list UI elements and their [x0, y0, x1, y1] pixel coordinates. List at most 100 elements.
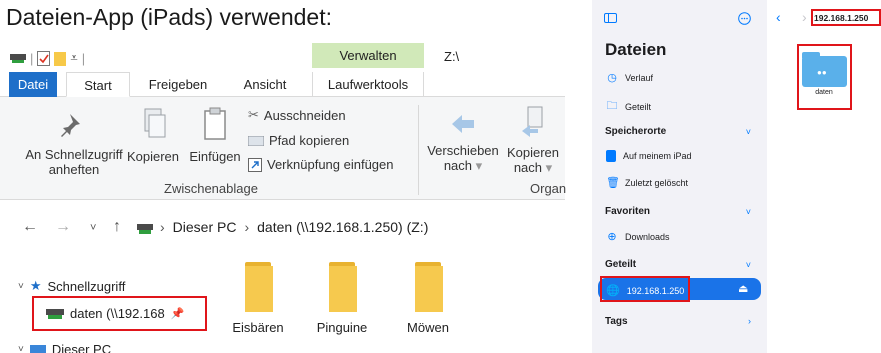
- properties-icon[interactable]: [37, 50, 51, 66]
- tab-drive-tools[interactable]: Laufwerktools: [312, 72, 424, 97]
- tab-share[interactable]: Freigeben: [138, 72, 218, 97]
- group-divider: [418, 105, 419, 195]
- pin-label-line2: anheften: [48, 162, 100, 177]
- trash-icon: 🗑: [606, 177, 620, 189]
- new-folder-icon[interactable]: [54, 51, 67, 66]
- copy-path-label: Pfad kopieren: [269, 133, 350, 148]
- copy-to-label-line2: nach: [513, 160, 543, 175]
- copy-to-button[interactable]: Kopieren nach ▾: [502, 105, 564, 175]
- folder-item[interactable]: Eisbären: [220, 262, 296, 335]
- copy-to-label-line1: Kopieren: [506, 145, 560, 160]
- quick-access-toolbar: | ⩡ |: [10, 48, 85, 68]
- section-shared[interactable]: Geteilt: [605, 259, 636, 270]
- breadcrumb-drive[interactable]: daten (\\192.168.1.250) (Z:): [257, 219, 428, 235]
- star-icon: ★: [29, 278, 42, 293]
- cut-label: Ausschneiden: [263, 107, 346, 123]
- eject-icon[interactable]: ⏏: [738, 282, 748, 295]
- clipboard-icon: [204, 107, 226, 140]
- tab-start[interactable]: Start: [66, 72, 130, 97]
- back-chevron-icon[interactable]: ‹: [776, 9, 781, 25]
- pin-quick-access-button[interactable]: An Schnellzugriff anheften: [10, 111, 138, 177]
- shortcut-icon: [248, 157, 262, 172]
- recent-label: Verlauf: [625, 72, 654, 83]
- more-options-icon[interactable]: [738, 12, 751, 25]
- section-favorites[interactable]: Favoriten: [605, 206, 650, 217]
- paste-label: Einfügen: [189, 149, 241, 164]
- section-locations[interactable]: Speicherorte: [605, 126, 666, 137]
- chevron-down-icon[interactable]: ˅: [746, 127, 751, 137]
- shared-folder-icon: 🗀: [606, 100, 618, 112]
- sidebar-item-recent[interactable]: ◷ Verlauf: [606, 71, 653, 84]
- pin-icon: [61, 114, 80, 137]
- folder-icon: [411, 262, 445, 312]
- pin-label-line1: An Schnellzugriff: [25, 147, 123, 162]
- scissors-icon: ✂: [248, 107, 259, 122]
- copy-icon: [144, 108, 166, 138]
- ribbon-tabs: Datei Start Freigeben Ansicht Laufwerkto…: [0, 72, 565, 97]
- folder-item[interactable]: Pinguine: [304, 262, 380, 335]
- tree-item-this-pc[interactable]: ˅ Dieser PC: [18, 342, 111, 353]
- recently-deleted-label: Zuletzt gelöscht: [625, 177, 689, 188]
- window-title: Z:\: [444, 49, 460, 64]
- forward-chevron-icon[interactable]: ›: [802, 9, 807, 25]
- paste-shortcut-button[interactable]: Verknüpfung einfügen: [248, 157, 394, 172]
- chevron-right-icon[interactable]: ›: [748, 316, 751, 326]
- customize-arrow-icon[interactable]: ⩡: [70, 50, 77, 66]
- ipad-sidebar: Dateien ◷ Verlauf 🗀 Geteilt Speicherorte…: [592, 0, 767, 353]
- up-arrow-icon[interactable]: ↑: [113, 218, 121, 236]
- sidebar-item-on-my-ipad[interactable]: Auf meinem iPad: [606, 150, 692, 162]
- caption-text: Dateien-App (iPads) verwendet:: [6, 4, 332, 30]
- move-to-button[interactable]: Verschieben nach ▾: [424, 111, 502, 173]
- sidebar-item-shared[interactable]: 🗀 Geteilt: [606, 97, 652, 116]
- sidebar-item-downloads[interactable]: ⊕ Downloads: [606, 230, 670, 243]
- network-drive-icon: [137, 224, 153, 234]
- copy-path-button[interactable]: Pfad kopieren: [248, 133, 349, 148]
- highlight-box: [600, 276, 690, 302]
- breadcrumb[interactable]: › Dieser PC › daten (\\192.168.1.250) (Z…: [160, 219, 428, 235]
- tab-file[interactable]: Datei: [9, 72, 57, 97]
- chevron-right-icon: ›: [160, 219, 165, 235]
- chevron-down-icon[interactable]: ˅: [746, 207, 751, 217]
- clipboard-group-label: Zwischenablage: [164, 181, 258, 196]
- address-bar: ← → ˅ ↑ › Dieser PC › daten (\\192.168.1…: [0, 208, 565, 248]
- back-arrow-icon[interactable]: ←: [22, 218, 38, 236]
- paste-button[interactable]: Einfügen: [184, 107, 246, 164]
- downloads-label: Downloads: [625, 231, 670, 242]
- copy-button[interactable]: Kopieren: [122, 107, 184, 164]
- chevron-down-icon[interactable]: ˅: [18, 281, 24, 292]
- folder-icon: [325, 262, 359, 312]
- drive-icon[interactable]: [10, 52, 26, 64]
- move-to-icon: [452, 115, 474, 133]
- chevron-down-icon[interactable]: ˅: [18, 344, 24, 353]
- folder-icon: [241, 262, 275, 312]
- tab-view[interactable]: Ansicht: [230, 72, 300, 97]
- sidebar-item-recently-deleted[interactable]: 🗑 Zuletzt gelöscht: [606, 176, 688, 189]
- copy-label: Kopieren: [126, 149, 180, 164]
- folder-item[interactable]: Möwen: [390, 262, 466, 335]
- toolbar-separator: |: [30, 50, 34, 66]
- section-tags[interactable]: Tags: [605, 316, 628, 327]
- computer-icon: [29, 344, 46, 353]
- forward-arrow-icon[interactable]: →: [55, 218, 71, 236]
- recent-locations-chevron-icon[interactable]: ˅: [90, 222, 96, 234]
- ipad-content: ‹ › 192.168.1.250 ●● daten: [767, 0, 881, 353]
- navigation-pane: ˅ ★ Schnellzugriff daten (\\192.168 📌 ˅ …: [0, 270, 210, 353]
- sidebar-toggle-icon[interactable]: [604, 13, 617, 23]
- ipad-title: Dateien: [605, 40, 667, 59]
- highlight-box: [797, 44, 852, 110]
- chevron-right-icon: ›: [244, 219, 250, 235]
- on-ipad-label: Auf meinem iPad: [623, 151, 692, 161]
- cut-button[interactable]: ✂ Ausschneiden: [248, 107, 346, 123]
- quick-access-label: Schnellzugriff: [47, 278, 126, 294]
- copy-to-icon: [522, 106, 543, 137]
- ribbon: An Schnellzugriff anheften Kopieren Einf…: [0, 97, 566, 200]
- breadcrumb-this-pc[interactable]: Dieser PC: [173, 219, 237, 235]
- paste-shortcut-label: Verknüpfung einfügen: [267, 157, 394, 172]
- tree-item-quick-access[interactable]: ˅ ★ Schnellzugriff: [18, 278, 125, 294]
- copy-path-icon: [248, 135, 264, 146]
- chevron-down-icon[interactable]: ˅: [746, 260, 751, 270]
- clock-icon: ◷: [607, 72, 617, 84]
- folder-label: Pinguine: [316, 320, 368, 335]
- manage-context-tab[interactable]: Verwalten: [312, 43, 424, 68]
- highlight-box: [32, 296, 207, 331]
